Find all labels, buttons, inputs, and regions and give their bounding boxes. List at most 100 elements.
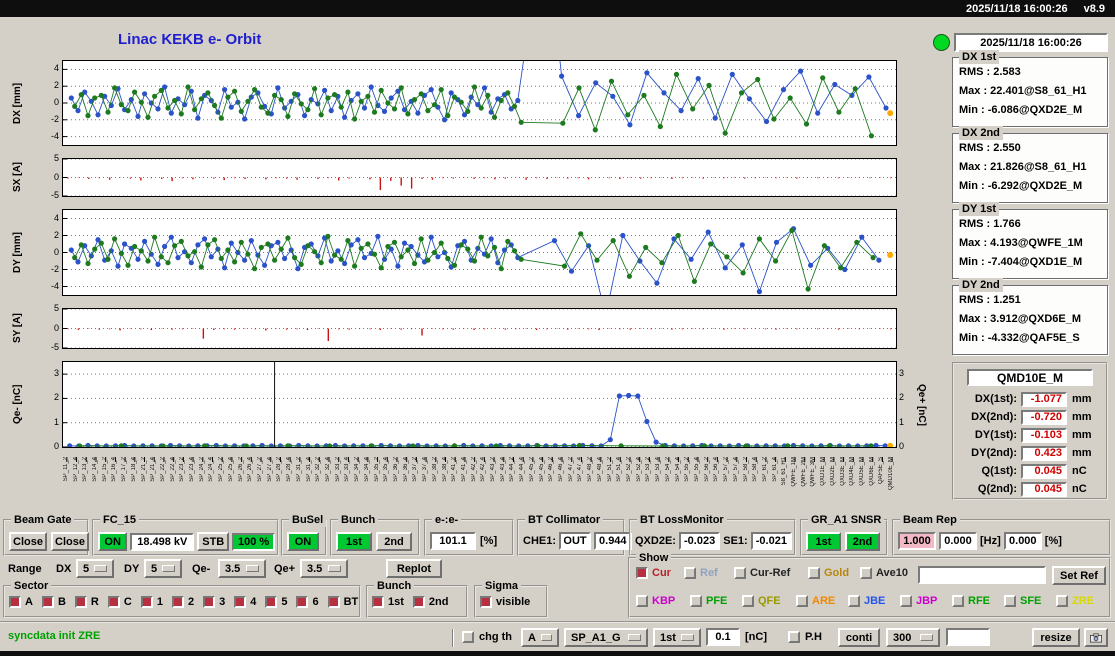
busel-on-button[interactable]: ON (287, 532, 319, 551)
show-region-checkbox-qfe[interactable] (742, 595, 754, 607)
rms-value: RMS : 2.583 (959, 66, 1021, 78)
station-label: SP_21_2 (140, 457, 147, 482)
dx-chart (63, 61, 896, 139)
show-checkbox-ave10[interactable] (860, 567, 872, 579)
y-tick-label: 2 (899, 392, 905, 403)
station-label: SP_57_4 (732, 457, 739, 482)
ref-file-input[interactable] (918, 566, 1046, 584)
ph-checkbox[interactable] (788, 631, 800, 643)
threshold-field[interactable]: 0.1 (706, 628, 740, 646)
replot-button[interactable]: Replot (386, 559, 442, 578)
page-title: Linac KEKB e- Orbit (118, 31, 262, 48)
stat-box-dx-2nd: DX 2nd RMS : 2.550 Max : 21.826@S8_61_H1… (952, 126, 1108, 203)
sector-checkbox-r[interactable] (74, 596, 87, 608)
show-checkbox-cur-ref[interactable] (734, 567, 746, 579)
bunch-1st-button[interactable]: 1st (336, 532, 372, 551)
show-region-label: ARE (812, 595, 836, 607)
sector-a: A (9, 596, 33, 608)
sector-checkbox-b[interactable] (41, 596, 54, 608)
show-region-label: JBE (864, 595, 886, 607)
station-label: SP_56_2 (703, 457, 710, 482)
min-value: Min : -6.086@QXD2E_M (959, 104, 1083, 116)
conti-button[interactable]: conti (838, 628, 880, 647)
sector-checkbox-1[interactable] (140, 596, 153, 608)
menu-indicator (920, 634, 933, 641)
y-tick-label: 1 (53, 416, 59, 427)
show-checkbox-gold[interactable] (808, 567, 820, 579)
y-tick-label: 2 (53, 392, 59, 403)
bunch-show-checkbox-2nd[interactable] (412, 596, 425, 608)
show-region-checkbox-jbp[interactable] (900, 595, 912, 607)
bottom-bar (0, 651, 1115, 656)
che1-value: 0.944 (594, 532, 632, 550)
range-dy-value: 5 (151, 562, 158, 575)
monitor-row: Q(1st): 0.045 nC (954, 462, 1106, 480)
sector-checkbox-3[interactable] (203, 596, 216, 608)
station-labels: SP_11_2 SP_12_4 SP_13_2 SP_14_4 SP_15_2 SP_16… (62, 457, 897, 511)
snsr-1st-button[interactable]: 1st (806, 532, 841, 551)
fc15-percent-value: 100 % (232, 532, 275, 551)
show-region-checkbox-pfe[interactable] (690, 595, 702, 607)
max-value: Max : 22.401@S8_61_H1 (959, 85, 1087, 97)
resize-button[interactable]: resize (1032, 628, 1080, 647)
show-region-checkbox-kbp[interactable] (636, 595, 648, 607)
station-label: QWFE_1M (791, 457, 798, 487)
range-qem-select[interactable]: 3.5 (218, 559, 266, 578)
titlebar-datetime: 2025/11/18 16:00:26 (966, 2, 1068, 15)
bunch-select[interactable]: 1st (653, 628, 701, 647)
bunch-show-checkbox-1st[interactable] (372, 596, 384, 608)
sigma-visible-checkbox[interactable] (480, 596, 492, 608)
station-label: SP_18_4 (130, 457, 137, 482)
sector-checkbox-6[interactable] (296, 596, 309, 608)
sector-checkbox-5[interactable] (265, 596, 278, 608)
show-region-rfe: RFE (952, 595, 990, 607)
monitor-group-select[interactable]: A (521, 628, 559, 647)
range-dy-select[interactable]: 5 (144, 559, 182, 578)
monitor-row-unit: nC (1072, 465, 1087, 477)
show-region-checkbox-jbe[interactable] (848, 595, 860, 607)
bunch-2nd-button[interactable]: 2nd (376, 532, 412, 551)
monitor-row-unit: mm (1072, 447, 1092, 459)
show-checkbox-ref[interactable] (684, 567, 696, 579)
menu-indicator (681, 634, 694, 641)
y-tick-label: 4 (53, 63, 59, 74)
bunch-select-value: 1st (660, 631, 676, 644)
show-region-jbp: JBP (900, 595, 937, 607)
snsr-2nd-button[interactable]: 2nd (845, 532, 880, 551)
fc15-kv-value: 18.498 kV (130, 532, 195, 551)
aux-field[interactable] (946, 628, 990, 646)
range-dx-select[interactable]: 5 (76, 559, 114, 578)
station-label: SP_53_2 (645, 457, 652, 482)
show-region-checkbox-rfe[interactable] (952, 595, 964, 607)
sector-checkbox-c[interactable] (107, 596, 120, 608)
sector-group: Sector A B R C 1 2 3 4 5 6 BT (3, 579, 361, 618)
interval-select[interactable]: 300 (886, 628, 940, 647)
monitor-name-select[interactable]: SP_A1_G (564, 628, 648, 647)
beam-gate-close-button-2[interactable]: Close (51, 532, 89, 551)
selected-monitor-name[interactable]: QMD10E_M (967, 369, 1093, 386)
sector-checkbox-4[interactable] (234, 596, 247, 608)
fc15-stb-button[interactable]: STB (197, 532, 230, 551)
range-qep-select[interactable]: 3.5 (300, 559, 348, 578)
range-dy-label: DY (124, 563, 140, 575)
sector-checkbox-bt[interactable] (327, 596, 340, 608)
station-label: SP_53_4 (655, 457, 662, 482)
sector-checkbox-2[interactable] (171, 596, 184, 608)
station-label: SP_51_2 (606, 457, 613, 482)
station-label: SP_13_2 (82, 457, 89, 482)
menu-indicator (246, 565, 259, 572)
show-region-checkbox-sfe[interactable] (1004, 595, 1016, 607)
range-dx-value: 5 (83, 562, 90, 575)
chg-th-checkbox[interactable] (462, 631, 474, 643)
sector-checkbox-a[interactable] (9, 596, 21, 608)
fc15-on-button[interactable]: ON (98, 532, 128, 551)
max-value: Max : 21.826@S8_61_H1 (959, 161, 1087, 173)
beam-gate-close-button-1[interactable]: Close (9, 532, 47, 551)
y-tick-label: 0 (53, 441, 59, 451)
set-ref-button[interactable]: Set Ref (1052, 566, 1106, 585)
show-checkbox-cur[interactable] (636, 567, 648, 579)
screenshot-button[interactable] (1084, 628, 1108, 647)
show-region-checkbox-are[interactable] (796, 595, 808, 607)
station-label: SP_37_2 (412, 457, 419, 482)
show-region-checkbox-zre[interactable] (1056, 595, 1068, 607)
